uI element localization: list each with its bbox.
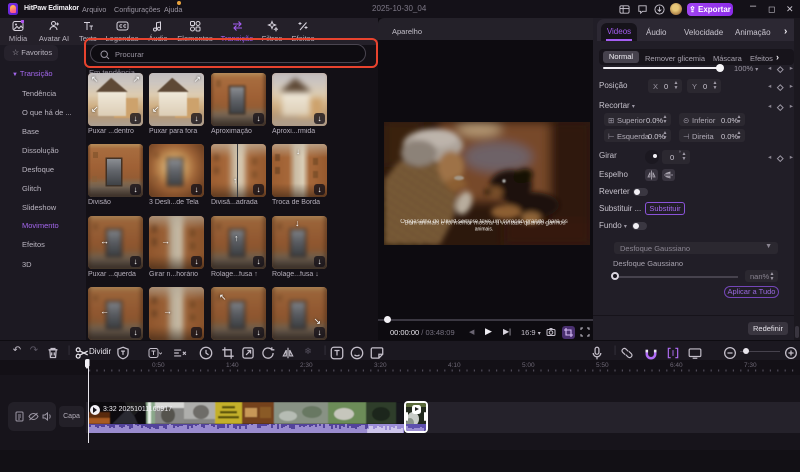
svg-text:animais.: animais. bbox=[475, 227, 494, 233]
